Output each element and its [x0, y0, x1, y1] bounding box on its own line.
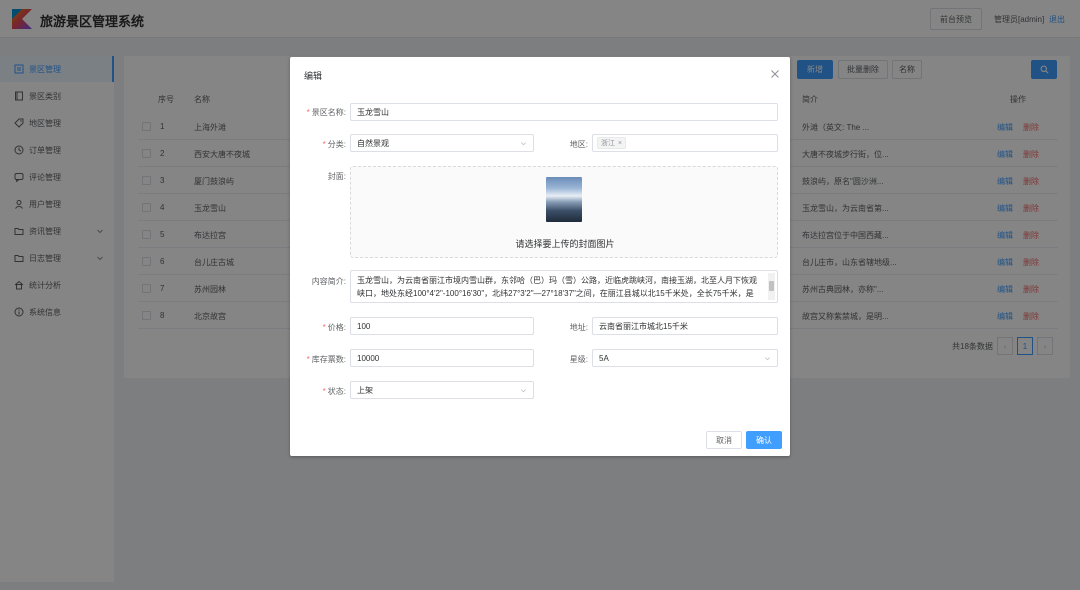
chevron-down-icon	[521, 389, 526, 393]
name-input[interactable]: 玉龙雪山	[350, 103, 778, 121]
stock-label: * 库存票数:	[306, 355, 346, 364]
required-mark: *	[306, 355, 310, 364]
category-value: 自然景观	[357, 138, 389, 148]
status-select[interactable]: 上架	[350, 381, 534, 399]
price-label: * 价格:	[322, 323, 346, 332]
content-label: 内容简介:	[311, 277, 346, 286]
category-select[interactable]: 自然景观	[350, 134, 534, 152]
address-label: 地址:	[569, 323, 588, 332]
close-icon[interactable]	[770, 69, 780, 79]
cancel-button[interactable]: 取消	[706, 431, 742, 449]
cover-label: 封面:	[327, 172, 346, 181]
required-mark: *	[322, 323, 326, 332]
address-input[interactable]: 云南省丽江市城北15千米	[592, 317, 778, 335]
upload-hint: 请选择要上传的封面图片	[515, 239, 615, 249]
price-input[interactable]: 100	[350, 317, 534, 335]
level-value: 5A	[599, 353, 609, 363]
content-textarea[interactable]: 玉龙雪山，为云南省丽江市境内雪山群，东邻哈（巴）玛（雪）公路，近临虎跳峡河，南接…	[350, 270, 778, 303]
chevron-down-icon	[521, 142, 526, 146]
status-value: 上架	[357, 385, 373, 395]
stock-input[interactable]: 10000	[350, 349, 534, 367]
category-label: * 分类:	[322, 140, 346, 149]
cover-thumbnail	[546, 177, 582, 222]
chevron-down-icon	[765, 357, 770, 361]
level-label: 星级:	[569, 355, 588, 364]
dialog-title: 编辑	[304, 71, 323, 81]
region-tag-label: 浙江	[601, 140, 615, 147]
cover-upload-area[interactable]: 请选择要上传的封面图片	[350, 166, 778, 258]
name-label: * 景区名称:	[306, 108, 346, 117]
scroll-thumb[interactable]	[769, 281, 774, 291]
region-label: 地区:	[569, 140, 588, 149]
required-mark: *	[322, 387, 326, 396]
tag-close-icon[interactable]: ×	[618, 140, 622, 147]
edit-dialog: 编辑 * 景区名称: 玉龙雪山 * 分类: 自然景观 地区: 浙江 × 封面: 请选择…	[290, 57, 790, 456]
content-text: 玉龙雪山，为云南省丽江市境内雪山群，东邻哈（巴）玛（雪）公路，近临虎跳峡河，南接…	[357, 276, 757, 298]
confirm-button[interactable]: 确认	[746, 431, 782, 449]
region-tag: 浙江 ×	[597, 137, 627, 149]
region-select[interactable]: 浙江 ×	[592, 134, 778, 152]
required-mark: *	[306, 108, 310, 117]
level-select[interactable]: 5A	[592, 349, 778, 367]
textarea-scrollbar[interactable]	[768, 273, 775, 300]
required-mark: *	[322, 140, 326, 149]
status-label: * 状态:	[322, 387, 346, 396]
